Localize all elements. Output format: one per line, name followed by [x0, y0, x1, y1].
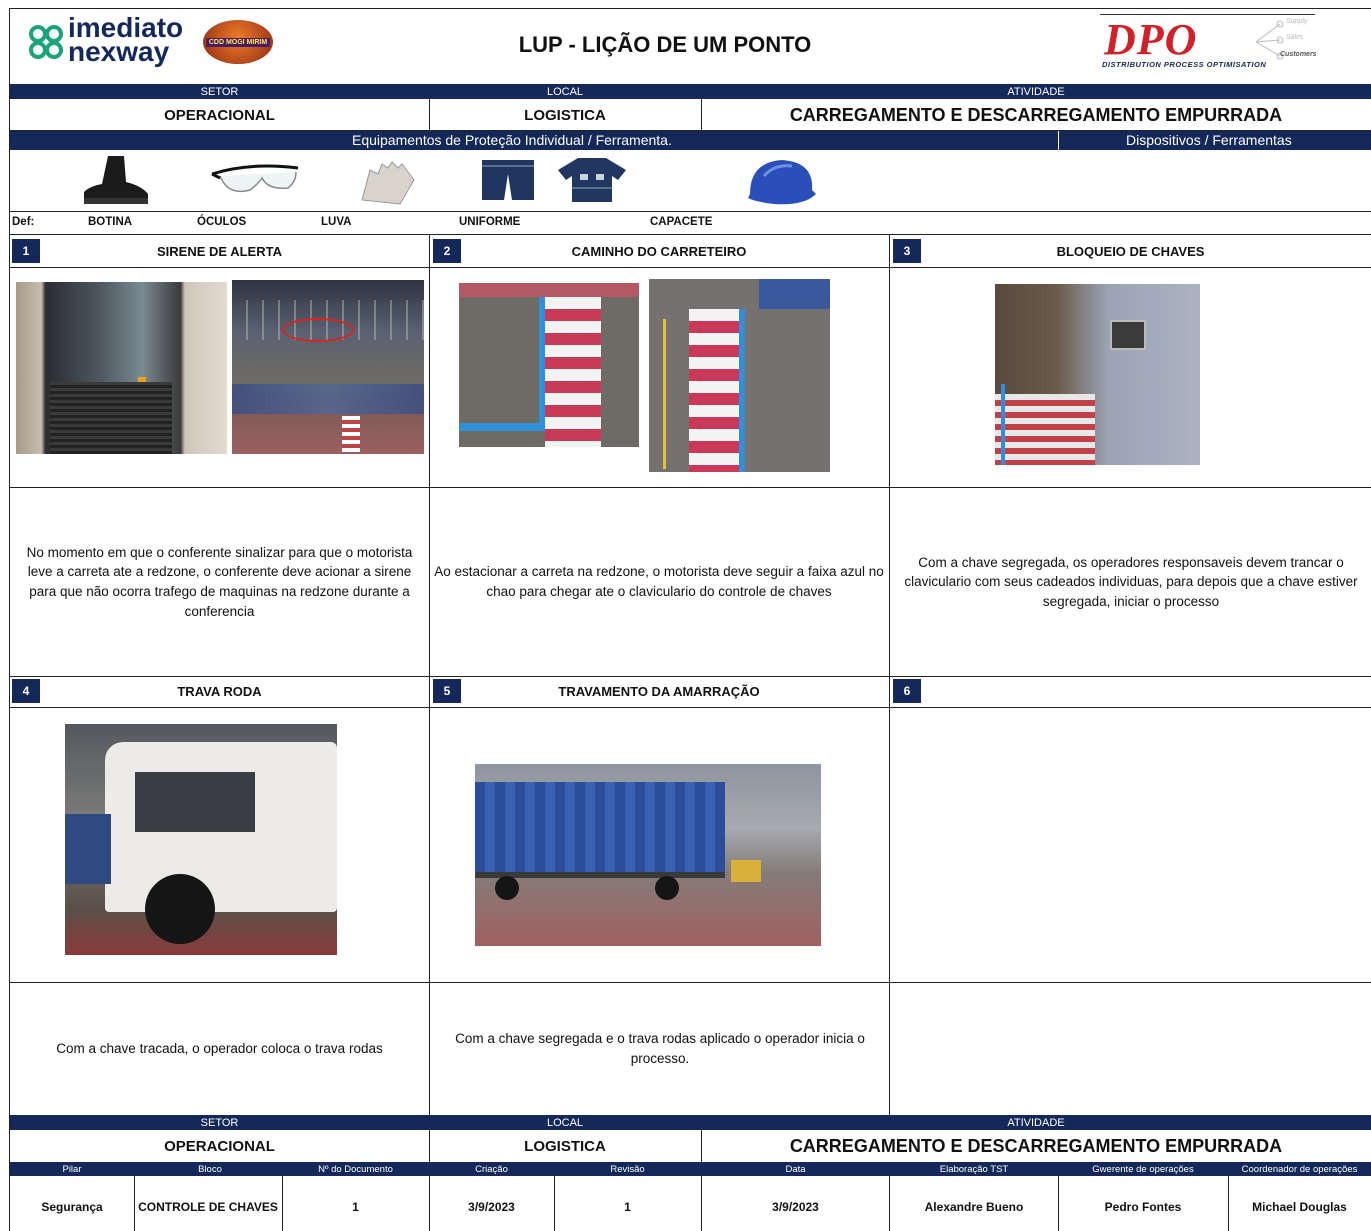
step-3-description: Com a chave segregada, os operadores res… [904, 554, 1358, 609]
dpo-tagline: DISTRIBUTION PROCESS OPTIMISATION [1102, 60, 1267, 69]
siren-button-photo [16, 282, 227, 454]
atividade-value: CARREGAMENTO E DESCARREGAMENTO EMPURRADA [789, 104, 1283, 125]
dpo-word-supply: Supply [1286, 18, 1308, 25]
footer-hdr-coordenador: Coordenador de operações [1241, 1163, 1358, 1175]
step-1-title: SIRENE DE ALERTA [157, 243, 282, 259]
bottom-atividade-value: CARREGAMENTO E DESCARREGAMENTO EMPURRADA [789, 1135, 1283, 1156]
step-5-description: Com a chave segregada e o trava rodas ap… [455, 1030, 865, 1066]
logo-line2: nexway [68, 36, 170, 67]
footer-val-documento: 1 [352, 1200, 359, 1214]
dpo-word-sales: Sales [1286, 34, 1304, 41]
step-4-title: TRAVA RODA [177, 683, 262, 699]
step-2-description: Ao estacionar a carreta na redzone, o mo… [434, 564, 884, 599]
driver-path-photo-2 [649, 279, 830, 472]
helmet-icon [748, 160, 816, 205]
ppe-label-botina: BOTINA [88, 216, 133, 228]
footer-val-criacao: 3/9/2023 [468, 1200, 515, 1214]
footer-hdr-data: Data [785, 1163, 806, 1175]
footer-hdr-criacao: Criação [475, 1163, 508, 1175]
footer-hdr-pilar: Pilar [62, 1163, 82, 1175]
footer-hdr-elaboracao: Elaboração TST [939, 1163, 1009, 1175]
cdd-badge: CDD MOGI MIRIM [203, 20, 273, 64]
devices-section-label: Dispositivos / Ferramentas [1126, 132, 1292, 148]
footer-val-data: 3/9/2023 [772, 1200, 819, 1214]
bottom-local-label: LOCAL [546, 1116, 584, 1129]
document-header: imediato nexway CDD MOGI MIRIM LUP - LIÇ… [0, 0, 1371, 84]
glove-icon [361, 161, 415, 205]
dpo-logo-text: DPO [1104, 15, 1198, 64]
footer-hdr-revisao: Revisão [610, 1163, 645, 1175]
cdd-badge-text: CDD MOGI MIRIM [205, 37, 271, 47]
step-4-description: Com a chave tracada, o operador coloca o… [56, 1040, 383, 1056]
bottom-setor-label: SETOR [200, 1116, 239, 1129]
logo-mark-icon [29, 25, 63, 59]
local-value: LOGISTICA [524, 106, 606, 124]
bottom-local-value: LOGISTICA [524, 1137, 606, 1155]
footer-val-revisao: 1 [624, 1200, 631, 1214]
dpo-word-customers: Customers [1280, 51, 1317, 58]
footer-val-gerente: Pedro Fontes [1104, 1200, 1182, 1214]
ppe-label-oculos: ÓCULOS [197, 216, 247, 228]
bottom-setor-value: OPERACIONAL [164, 1137, 275, 1155]
dpo-logo: DPO Supply Sales Customers DISTRIBUTION … [1100, 14, 1317, 72]
atividade-label: ATIVIDADE [1007, 85, 1065, 98]
def-label: Def: [12, 216, 35, 228]
setor-label: SETOR [200, 85, 239, 98]
step-1-description: No momento em que o conferente sinalizar… [26, 544, 413, 619]
siren-highlight-circle [282, 318, 354, 342]
driver-path-photo-1 [459, 283, 639, 447]
footer-hdr-bloco: Bloco [198, 1163, 222, 1175]
step-2-title: CAMINHO DO CARRETEIRO [571, 243, 747, 259]
step-6-title [890, 676, 1371, 706]
warehouse-siren-photo [232, 280, 424, 454]
ppe-labels-row: Def: BOTINA ÓCULOS LUVA UNIFORME CAPACET… [10, 212, 1371, 234]
key-lock-photo [995, 284, 1200, 465]
footer-val-pilar: Segurança [41, 1200, 103, 1214]
step-5-title: TRAVAMENTO DA AMARRAÇÃO [558, 683, 760, 699]
ppe-label-uniforme: UNIFORME [459, 216, 521, 228]
wheel-chock-photo [65, 724, 337, 955]
glasses-icon [211, 164, 299, 193]
imediato-logo: imediato nexway [28, 14, 208, 68]
boot-icon [84, 156, 148, 204]
footer-val-coordenador: Michael Douglas [1252, 1200, 1347, 1214]
local-label: LOCAL [546, 85, 584, 98]
ppe-label-capacete: CAPACETE [650, 216, 713, 228]
step-6-description [896, 983, 1366, 1114]
setor-value: OPERACIONAL [164, 106, 275, 124]
footer-val-bloco: CONTROLE DE CHAVES [138, 1200, 278, 1214]
bottom-atividade-label: ATIVIDADE [1007, 1116, 1065, 1129]
footer-val-elaboracao: Alexandre Bueno [924, 1200, 1024, 1214]
footer-hdr-gerente: Gwerente de operações [1092, 1163, 1194, 1175]
load-lashing-photo [475, 764, 821, 946]
page-title: LUP - LIÇÃO DE UM PONTO [518, 32, 812, 57]
step-3-title: BLOQUEIO DE CHAVES [1056, 243, 1205, 259]
shirt-icon [558, 158, 626, 202]
ppe-label-luva: LUVA [321, 216, 352, 228]
ppe-section-label: Equipamentos de Proteção Individual / Fe… [352, 132, 672, 148]
footer-hdr-documento: Nº do Documento [318, 1163, 393, 1175]
pants-icon [482, 160, 534, 200]
